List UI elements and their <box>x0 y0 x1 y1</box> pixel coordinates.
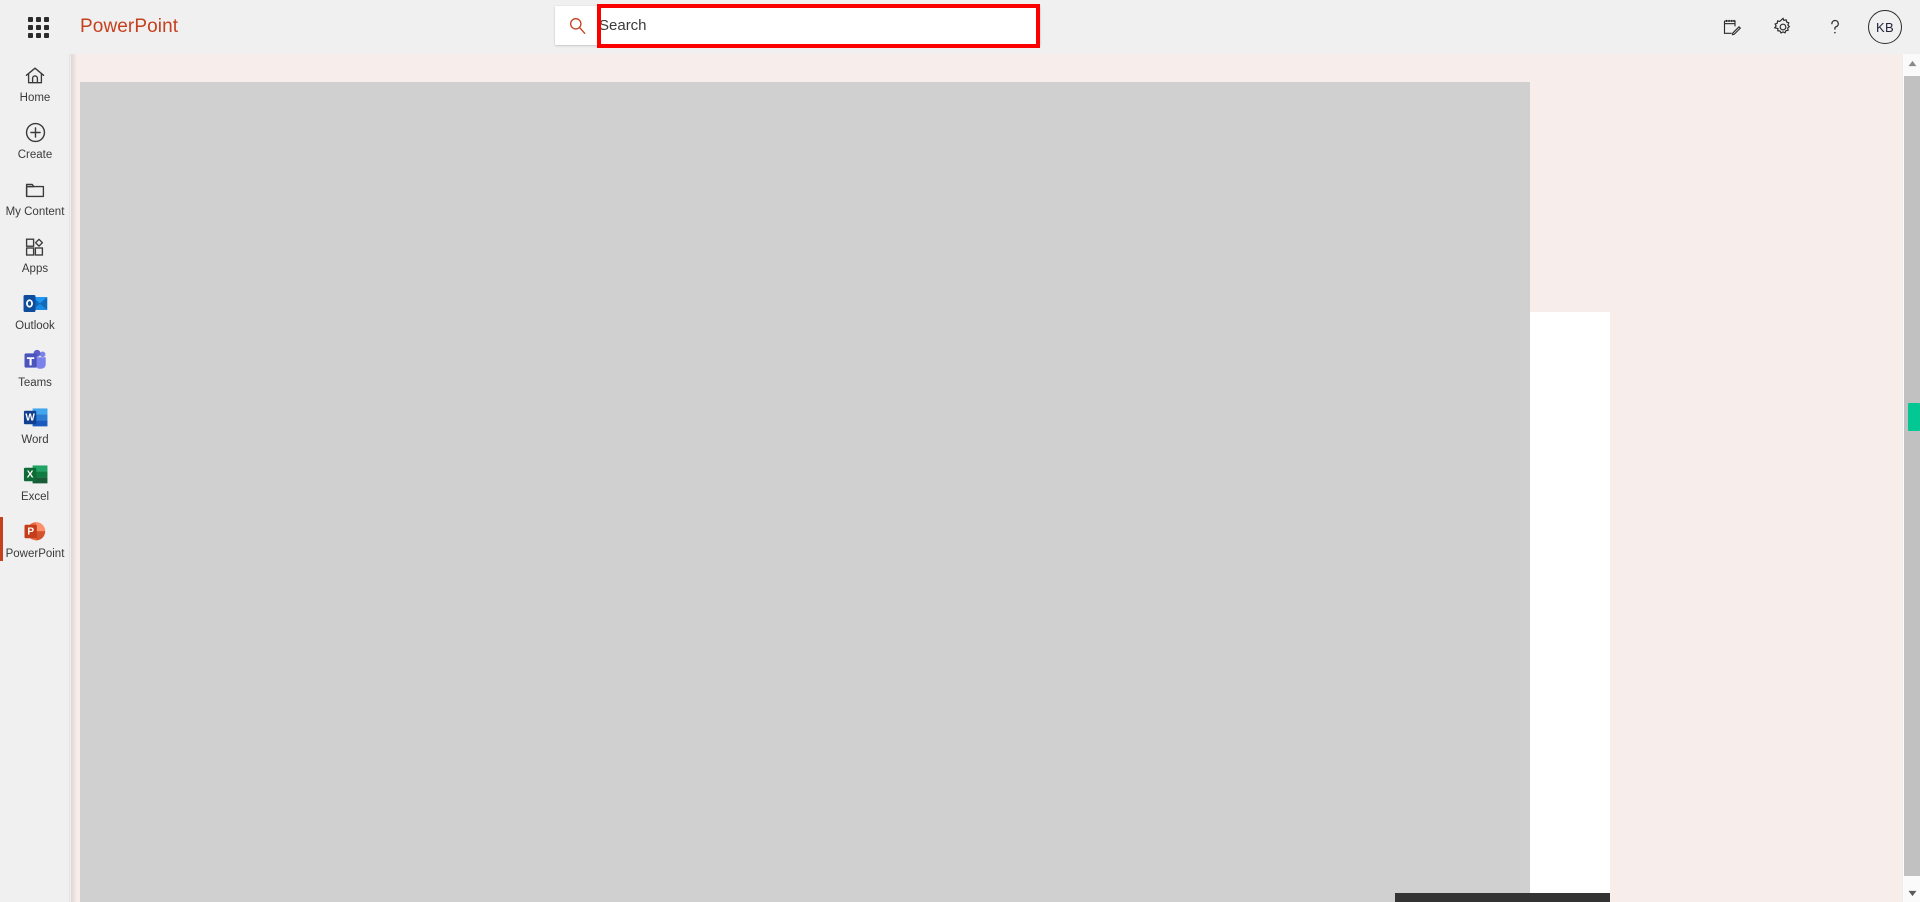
folder-icon <box>23 177 47 203</box>
sidebar-item-excel[interactable]: X Excel <box>0 453 69 510</box>
apps-grid-icon <box>23 234 47 260</box>
excel-icon: X <box>22 462 49 488</box>
sidebar-item-label: Home <box>19 91 51 104</box>
svg-text:W: W <box>25 412 35 423</box>
vertical-scrollbar[interactable] <box>1902 54 1920 902</box>
sidebar-item-label: My Content <box>5 205 65 218</box>
sidebar-item-powerpoint[interactable]: P PowerPoint <box>0 510 69 567</box>
notes-feedback-icon[interactable] <box>1712 8 1750 46</box>
app-launcher-button[interactable] <box>22 11 54 43</box>
sidebar-item-label: Create <box>17 148 53 161</box>
sidebar-item-apps[interactable]: Apps <box>0 225 69 282</box>
scroll-down-arrow-icon[interactable] <box>1903 884 1920 902</box>
powerpoint-web-app: PowerPoint Search KB Home Create My Cont… <box>0 0 1920 902</box>
sidebar-item-outlook[interactable]: Outlook <box>0 282 69 339</box>
brand-title[interactable]: PowerPoint <box>80 0 178 54</box>
search-input[interactable] <box>599 6 1040 45</box>
gear-icon[interactable] <box>1764 8 1802 46</box>
sidebar-item-label: Word <box>21 433 49 446</box>
word-icon: W <box>22 405 49 431</box>
header-actions: KB <box>1712 0 1912 54</box>
sidebar-item-label: Apps <box>21 262 49 275</box>
help-icon[interactable] <box>1816 8 1854 46</box>
outlook-icon <box>22 291 49 317</box>
svg-text:P: P <box>27 526 34 537</box>
sidebar-item-word[interactable]: W Word <box>0 396 69 453</box>
sidebar-item-label: Excel <box>20 490 50 503</box>
content-right-gutter <box>1530 312 1610 902</box>
avatar[interactable]: KB <box>1868 10 1902 44</box>
search-box[interactable] <box>555 6 1040 45</box>
scroll-up-arrow-icon[interactable] <box>1903 54 1920 72</box>
scroll-position-accent[interactable] <box>1908 403 1920 431</box>
vertical-scrollbar-thumb[interactable] <box>1904 76 1920 876</box>
sidebar-item-teams[interactable]: Teams <box>0 339 69 396</box>
sidebar-item-label: PowerPoint <box>5 547 65 560</box>
sidebar-item-home[interactable]: Home <box>0 54 69 111</box>
search-icon <box>555 16 599 35</box>
svg-text:X: X <box>26 469 33 480</box>
teams-icon <box>22 348 49 374</box>
plus-circle-icon <box>23 120 48 146</box>
sidebar-item-label: Outlook <box>15 319 55 332</box>
left-nav-sidebar: Home Create My Content Apps Outlook Team… <box>0 54 70 902</box>
app-header: PowerPoint Search KB <box>0 0 1920 54</box>
home-icon <box>23 63 47 89</box>
waffle-icon <box>27 16 49 38</box>
content-loading-placeholder <box>80 82 1530 902</box>
avatar-initials: KB <box>1876 19 1894 35</box>
powerpoint-icon: P <box>22 519 49 545</box>
main-content-area <box>71 54 1920 902</box>
sidebar-item-label: Teams <box>18 376 52 389</box>
sidebar-item-my-content[interactable]: My Content <box>0 168 69 225</box>
sidebar-item-create[interactable]: Create <box>0 111 69 168</box>
horizontal-scrollbar-thumb[interactable] <box>1395 893 1610 902</box>
